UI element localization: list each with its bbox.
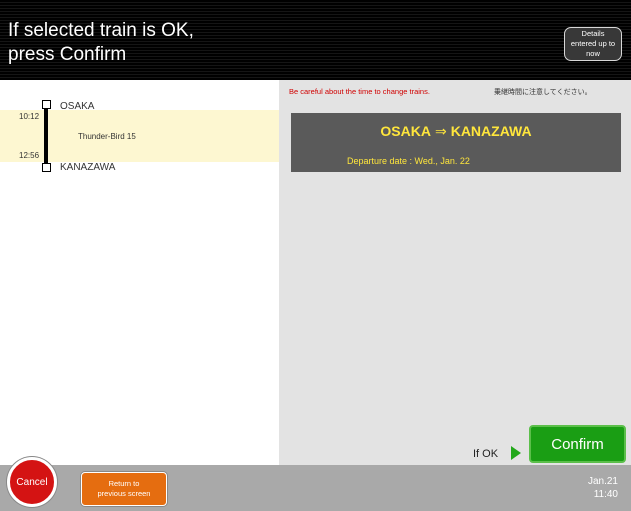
- departure-station-marker: [42, 100, 51, 109]
- route-to: KANAZAWA: [450, 123, 532, 139]
- confirm-button[interactable]: Confirm: [529, 425, 626, 463]
- departure-date: Departure date : Wed., Jan. 22: [347, 156, 470, 166]
- transfer-warning-jp: 乗継時間に注意してください。: [494, 89, 592, 96]
- route-summary: OSAKA ⇒ KANAZAWA: [291, 123, 621, 140]
- departure-time: 10:12: [19, 112, 40, 121]
- route-arrow-icon: ⇒: [434, 123, 447, 139]
- return-to-previous-button[interactable]: Return to previous screen: [81, 472, 167, 506]
- play-arrow-icon: [511, 446, 521, 460]
- clock-time: 11:40: [593, 489, 618, 500]
- details-entered-button[interactable]: Details entered up to now: [564, 27, 622, 61]
- route-from: OSAKA: [380, 123, 431, 139]
- route-summary-box: OSAKA ⇒ KANAZAWA Departure date : Wed., Ja…: [291, 113, 621, 172]
- clock-date: Jan.21: [587, 476, 618, 487]
- header-bar: If selected train is OK, press Confirm D…: [0, 0, 631, 80]
- page-title: If selected train is OK, press Confirm: [8, 20, 194, 65]
- transfer-warning-en: Be careful about the time to change trai…: [289, 87, 430, 96]
- departure-station-name: OSAKA: [60, 101, 95, 112]
- arrival-station-name: KANAZAWA: [60, 162, 116, 173]
- arrival-station-marker: [42, 163, 51, 172]
- route-line: [44, 109, 48, 164]
- arrival-time: 12:56: [19, 151, 40, 160]
- itinerary-panel: OSAKA 10:12 Thunder-Bird 15 12:56 KANAZA…: [0, 80, 291, 465]
- if-ok-label: If OK: [473, 448, 499, 460]
- cancel-button[interactable]: Cancel: [7, 457, 57, 507]
- footer-bar: Cancel Return to previous screen Jan.21 …: [0, 457, 631, 511]
- train-name: Thunder-Bird 15: [78, 132, 136, 141]
- summary-panel: Be careful about the time to change trai…: [279, 80, 631, 465]
- clock: Jan.21 11:40: [588, 475, 618, 501]
